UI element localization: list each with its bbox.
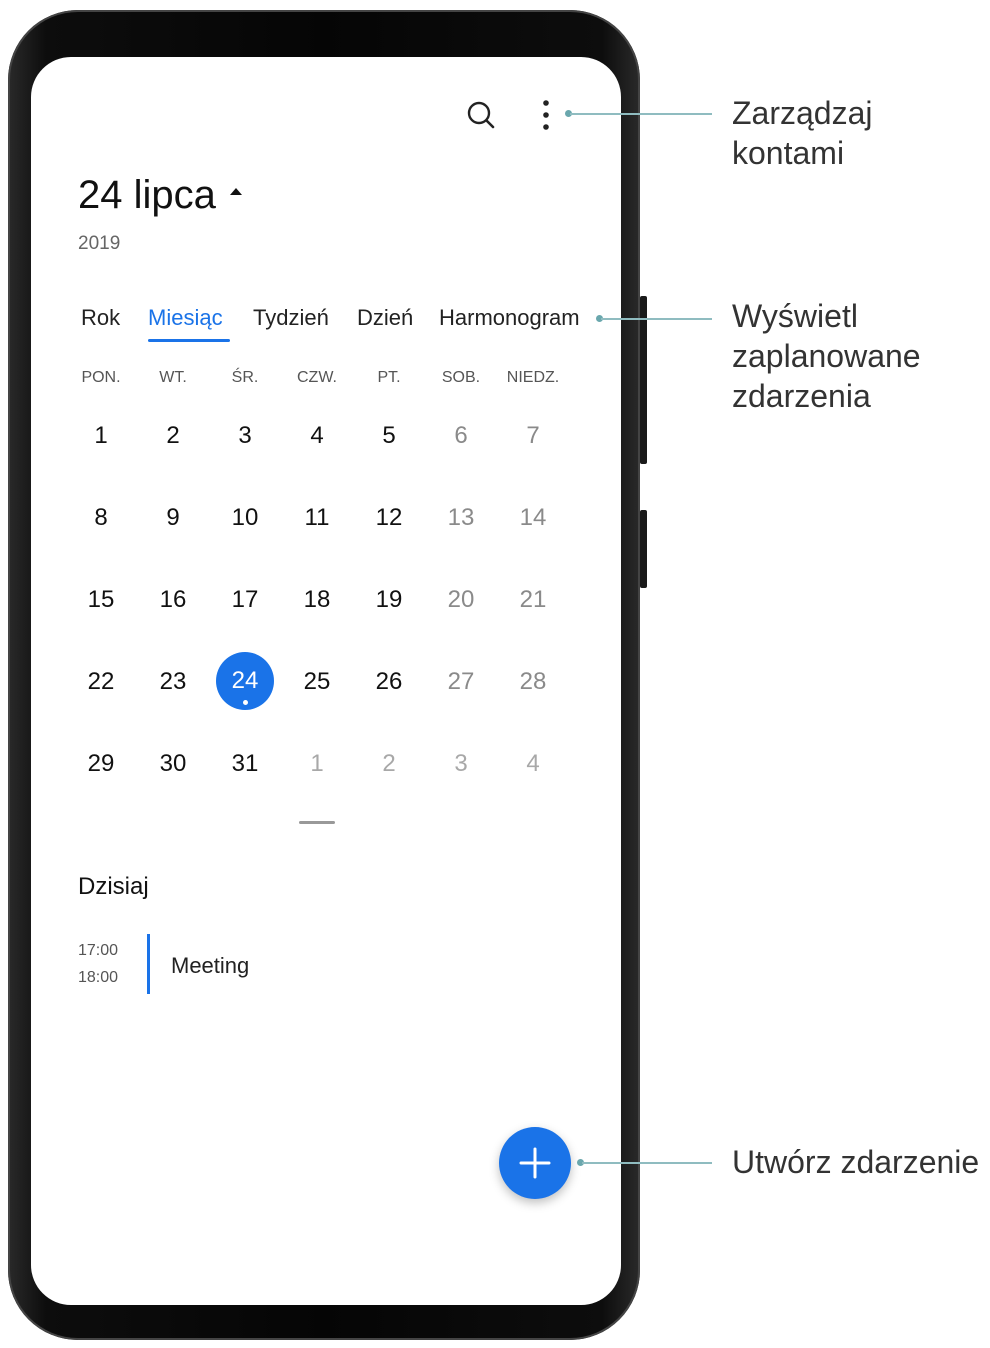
calendar-day[interactable]: 19 [359,586,419,614]
calendar-day[interactable]: 17 [215,586,275,614]
calendar-day[interactable]: 12 [359,504,419,532]
weekday-tue: WT. [159,369,187,386]
page-title[interactable]: 24 lipca [78,173,242,218]
event-title[interactable]: Meeting [171,953,249,979]
callout-create-event: Utwórz zdarzenie [732,1144,980,1180]
add-event-button[interactable] [499,1127,571,1199]
calendar-day[interactable]: 23 [143,668,203,696]
calendar-day-weekend[interactable]: 27 [431,668,491,696]
calendar-day[interactable]: 26 [359,668,419,696]
weekday-sat: SOB. [441,369,481,386]
event-start-time: 17:00 [78,942,119,959]
search-icon[interactable] [466,99,496,133]
calendar-day[interactable]: 1 [71,422,131,450]
tab-day[interactable]: Dzień [357,305,413,331]
callout-manage-line1: Zarządzaj [732,95,873,131]
calendar-day-next-month[interactable]: 4 [503,750,563,778]
drag-handle[interactable] [299,821,335,824]
calendar-day[interactable]: 9 [143,504,203,532]
weekday-sun: NIEDZ. [506,369,560,386]
event-indicator-dot [243,700,248,705]
calendar-day[interactable]: 30 [143,750,203,778]
calendar-day-weekend[interactable]: 21 [503,586,563,614]
callout-line-manage [570,113,712,115]
event-end-time: 18:00 [78,969,119,986]
weekday-mon: PON. [81,369,121,386]
event-color-bar [147,934,150,994]
calendar-screen: 24 lipca 2019 Rok Miesiąc Tydzień Dzień … [31,57,621,1305]
plus-icon [519,1147,551,1179]
calendar-day-next-month[interactable]: 3 [431,750,491,778]
calendar-day-weekend[interactable]: 28 [503,668,563,696]
weekday-wed: ŚR. [231,369,259,386]
active-tab-indicator [148,339,230,342]
callout-manage-line2: kontami [732,135,845,171]
calendar-day[interactable]: 22 [71,668,131,696]
tab-month[interactable]: Miesiąc [148,305,223,331]
calendar-day[interactable]: 15 [71,586,131,614]
calendar-day[interactable]: 25 [287,668,347,696]
month-day-label: 24 lipca [78,173,216,217]
calendar-day-weekend[interactable]: 7 [503,422,563,450]
calendar-day[interactable]: 31 [215,750,275,778]
calendar-day[interactable]: 2 [143,422,203,450]
calendar-day-next-month[interactable]: 1 [287,750,347,778]
calendar-day[interactable]: 16 [143,586,203,614]
calendar-day[interactable]: 11 [287,504,347,532]
weekday-fri: PT. [377,369,401,386]
calendar-day-weekend[interactable]: 13 [431,504,491,532]
volume-button [640,296,647,464]
weekday-thu: CZW. [297,369,337,386]
calendar-day[interactable]: 5 [359,422,419,450]
calendar-day[interactable]: 18 [287,586,347,614]
calendar-day[interactable]: 10 [215,504,275,532]
today-heading: Dzisiaj [78,873,149,900]
tab-year[interactable]: Rok [81,305,120,331]
calendar-day-next-month[interactable]: 2 [359,750,419,778]
calendar-day-weekend[interactable]: 20 [431,586,491,614]
callout-view-line3: zdarzenia [732,378,871,414]
callout-view-line2: zaplanowane [732,338,921,374]
year-label: 2019 [78,233,121,254]
more-vertical-icon[interactable] [539,99,553,131]
calendar-day[interactable]: 4 [287,422,347,450]
tab-schedule[interactable]: Harmonogram [439,305,580,331]
calendar-day-weekend[interactable]: 6 [431,422,491,450]
callout-line-create [582,1162,712,1164]
tab-week[interactable]: Tydzień [253,305,329,331]
power-button [640,510,647,588]
calendar-day[interactable]: 3 [215,422,275,450]
callout-view-line1: Wyświetl [732,298,858,334]
calendar-day[interactable]: 29 [71,750,131,778]
callout-line-view [601,318,712,320]
calendar-day-weekend[interactable]: 14 [503,504,563,532]
caret-up-icon [229,187,242,195]
calendar-day[interactable]: 8 [71,504,131,532]
